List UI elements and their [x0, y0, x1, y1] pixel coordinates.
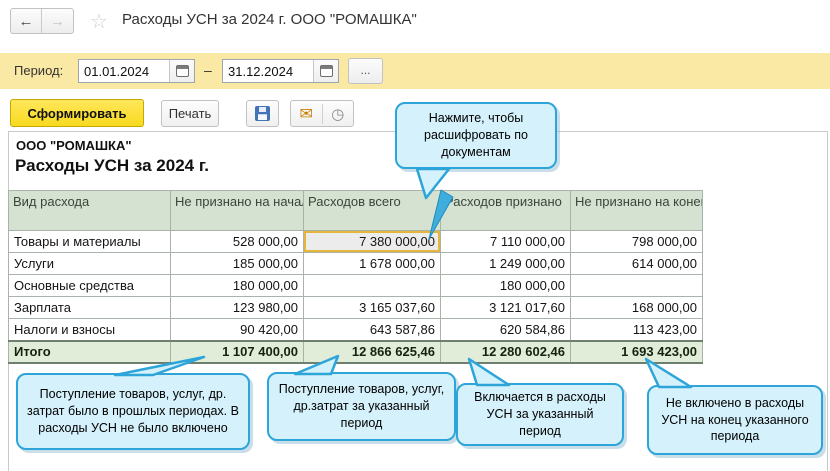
- forward-arrow-icon: →: [50, 13, 65, 30]
- total-value[interactable]: 12 280 602,46: [441, 341, 571, 363]
- back-button[interactable]: ←: [11, 9, 42, 33]
- cell-value[interactable]: 1 249 000,00: [441, 253, 571, 275]
- period-label: Период:: [14, 63, 63, 78]
- col-not-recognized-end: Не признано на конец периода: [571, 191, 703, 231]
- row-label: Услуги: [9, 253, 171, 275]
- envelope-icon: ✉: [300, 104, 313, 124]
- cell-value[interactable]: 620 584,86: [441, 319, 571, 341]
- table-row: Основные средства 180 000,00 180 000,00: [9, 275, 703, 297]
- cell-value[interactable]: 643 587,86: [304, 319, 441, 341]
- col-expenses-recognized: Расходов признано: [441, 191, 571, 231]
- cell-value[interactable]: [571, 275, 703, 297]
- selected-cell[interactable]: 7 380 000,00: [304, 231, 441, 253]
- favorite-star-icon[interactable]: ☆: [90, 9, 108, 34]
- callout-not-recognized-end: Не включено в расходы УСН на конец указа…: [647, 385, 823, 455]
- cell-value[interactable]: 113 423,00: [571, 319, 703, 341]
- col-expenses-total: Расходов всего: [304, 191, 441, 231]
- period-range-separator: –: [204, 62, 212, 78]
- clock-icon: ◷: [331, 105, 344, 123]
- nav-history-group: ← →: [10, 8, 74, 34]
- table-row: Товары и материалы 528 000,00 7 380 000,…: [9, 231, 703, 253]
- period-from-input[interactable]: [79, 60, 169, 82]
- generate-button[interactable]: Сформировать: [10, 99, 144, 127]
- cell-value[interactable]: 123 980,00: [171, 297, 304, 319]
- save-button[interactable]: [246, 100, 279, 127]
- send-schedule-group: ✉ ◷: [290, 100, 354, 127]
- back-arrow-icon: ←: [19, 13, 34, 30]
- period-to-field: [222, 59, 339, 83]
- callout-drilldown: Нажмите, чтобы расшифровать по документа…: [395, 102, 557, 169]
- callout-expenses-total: Поступление товаров, услуг, др.затрат за…: [267, 372, 456, 441]
- callout-not-recognized-start: Поступление товаров, услуг, др. затрат б…: [16, 373, 250, 450]
- schedule-button[interactable]: ◷: [323, 105, 354, 123]
- cell-value[interactable]: 180 000,00: [441, 275, 571, 297]
- period-from-calendar-button[interactable]: [169, 60, 194, 82]
- period-to-calendar-button[interactable]: [313, 60, 338, 82]
- period-more-button[interactable]: ...: [348, 58, 383, 84]
- print-button[interactable]: Печать: [161, 100, 219, 127]
- page-title: Расходы УСН за 2024 г. ООО "РОМАШКА": [122, 11, 417, 28]
- cell-value[interactable]: 168 000,00: [571, 297, 703, 319]
- table-total-row: Итого 1 107 400,00 12 866 625,46 12 280 …: [9, 341, 703, 363]
- cell-value[interactable]: 3 165 037,60: [304, 297, 441, 319]
- cell-value[interactable]: 7 110 000,00: [441, 231, 571, 253]
- period-to-input[interactable]: [223, 60, 313, 82]
- callout-expenses-recognized: Включается в расходы УСН за указанный пе…: [456, 383, 624, 446]
- cell-value[interactable]: 528 000,00: [171, 231, 304, 253]
- cell-value[interactable]: [304, 275, 441, 297]
- table-header-row: Вид расхода Не признано на начало период…: [9, 191, 703, 231]
- cell-value[interactable]: 614 000,00: [571, 253, 703, 275]
- cell-value[interactable]: 798 000,00: [571, 231, 703, 253]
- total-value[interactable]: 1 693 423,00: [571, 341, 703, 363]
- report-title: Расходы УСН за 2024 г.: [15, 156, 209, 176]
- row-label: Зарплата: [9, 297, 171, 319]
- save-floppy-icon: [255, 106, 270, 121]
- table-row: Услуги 185 000,00 1 678 000,00 1 249 000…: [9, 253, 703, 275]
- row-label: Основные средства: [9, 275, 171, 297]
- table-row: Налоги и взносы 90 420,00 643 587,86 620…: [9, 319, 703, 341]
- total-value[interactable]: 12 866 625,46: [304, 341, 441, 363]
- cell-value[interactable]: 185 000,00: [171, 253, 304, 275]
- cell-value[interactable]: 3 121 017,60: [441, 297, 571, 319]
- calendar-icon: [176, 65, 189, 77]
- cell-value[interactable]: 180 000,00: [171, 275, 304, 297]
- col-expense-type: Вид расхода: [9, 191, 171, 231]
- report-organization: ООО "РОМАШКА": [16, 138, 132, 153]
- email-button[interactable]: ✉: [291, 104, 323, 124]
- cell-value[interactable]: 90 420,00: [171, 319, 304, 341]
- total-value[interactable]: 1 107 400,00: [171, 341, 304, 363]
- calendar-icon: [320, 65, 333, 77]
- expenses-table: Вид расхода Не признано на начало период…: [8, 190, 703, 364]
- row-label: Налоги и взносы: [9, 319, 171, 341]
- cell-value[interactable]: 1 678 000,00: [304, 253, 441, 275]
- row-label: Товары и материалы: [9, 231, 171, 253]
- col-not-recognized-start: Не признано на начало периода: [171, 191, 304, 231]
- period-from-field: [78, 59, 195, 83]
- total-label: Итого: [9, 341, 171, 363]
- forward-button[interactable]: →: [42, 9, 73, 33]
- table-row: Зарплата 123 980,00 3 165 037,60 3 121 0…: [9, 297, 703, 319]
